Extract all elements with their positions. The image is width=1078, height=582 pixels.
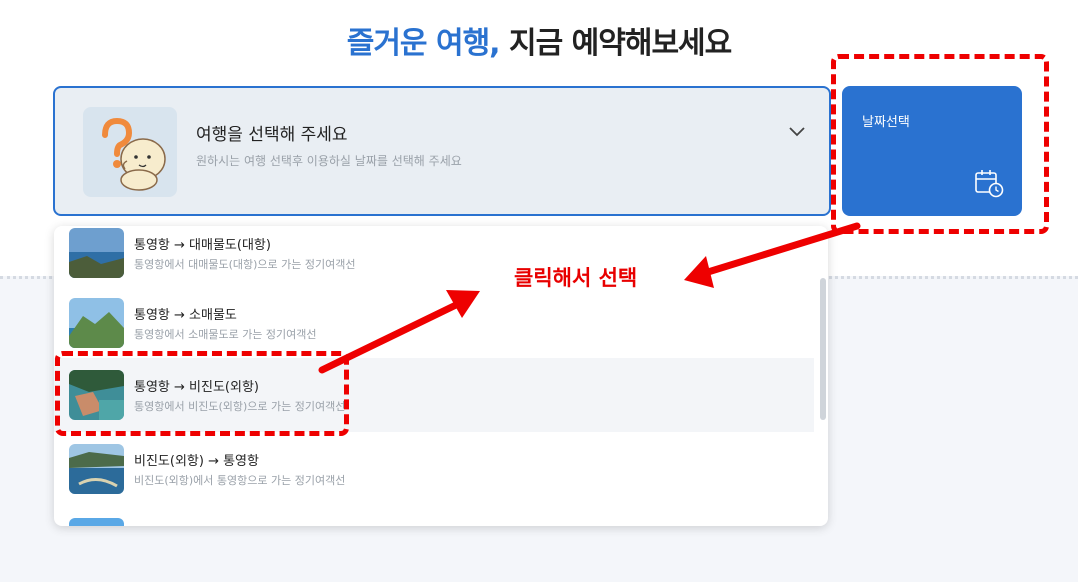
annotation-arrows [318, 222, 861, 374]
